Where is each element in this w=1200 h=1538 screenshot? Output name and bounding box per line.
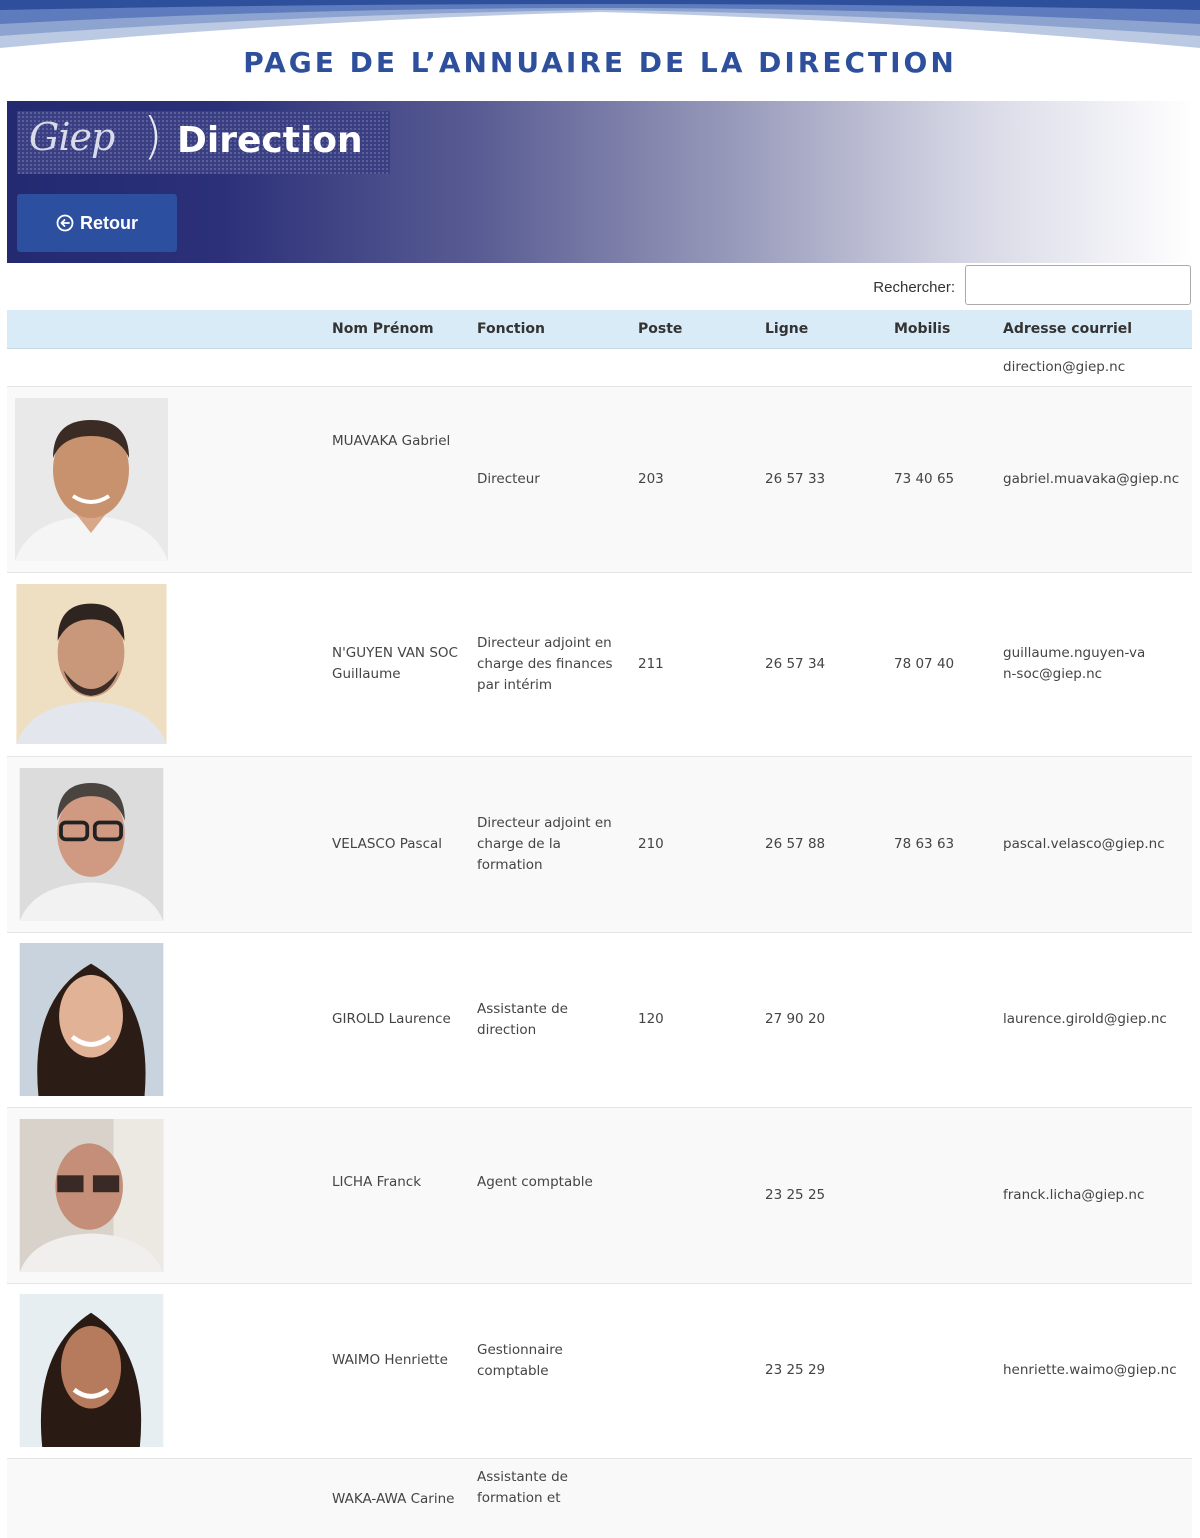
cell-fonction: Directeur adjoint en charge des finances… (477, 571, 638, 756)
cell-mobilis (894, 1282, 1003, 1458)
table-row: LICHA Franck Agent comptable 23 25 25 fr… (7, 1106, 1192, 1283)
cell-email[interactable] (1003, 1457, 1192, 1538)
cell-ligne: 26 57 34 (765, 571, 894, 756)
person-photo-licha (19, 1118, 164, 1272)
cell-nom: LICHA Franck (332, 1106, 477, 1283)
cell-email[interactable]: guillaume.nguyen-van-soc@giep.nc (1003, 571, 1192, 756)
logo-separator: ) (143, 107, 163, 165)
search-bar: Rechercher: (0, 265, 1193, 307)
table-row: WAKA-AWA Carine Assistante de formation … (7, 1457, 1192, 1538)
column-header-nom[interactable]: Nom Prénom (332, 310, 477, 349)
cell-fonction: Agent comptable (477, 1106, 638, 1283)
page-title: PAGE DE L’ANNUAIRE DE LA DIRECTION (243, 46, 957, 79)
cell-nom: N'GUYEN VAN SOC Guillaume (332, 571, 477, 756)
cell-poste (638, 1106, 765, 1283)
search-label: Rechercher: (873, 279, 955, 296)
cell-ligne (765, 1457, 894, 1538)
cell-email[interactable]: henriette.waimo@giep.nc (1003, 1282, 1192, 1458)
cell-mobilis (894, 1106, 1003, 1283)
table-row: GIROLD Laurence Assistante de direction … (7, 931, 1192, 1107)
cell-nom: WAIMO Henriette (332, 1282, 477, 1458)
table-row: MUAVAKA Gabriel Directeur 203 26 57 33 7… (7, 385, 1192, 572)
table-row: WAIMO Henriette Gestionnaire comptable 2… (7, 1282, 1192, 1458)
cell-email[interactable]: pascal.velasco@giep.nc (1003, 755, 1192, 932)
cell-mobilis (894, 1457, 1003, 1538)
cell-poste: 211 (638, 571, 765, 756)
cell-mobilis: 73 40 65 (894, 385, 1003, 572)
column-header-mobilis[interactable]: Mobilis (894, 310, 1003, 349)
person-photo-waimo (19, 1294, 164, 1447)
cell-email[interactable]: gabriel.muavaka@giep.nc (1003, 385, 1192, 572)
cell-ligne: 26 57 88 (765, 755, 894, 932)
search-input[interactable] (965, 265, 1191, 305)
general-email-link[interactable]: direction@giep.nc (1003, 347, 1192, 386)
cell-poste: 203 (638, 385, 765, 572)
cell-fonction: Assistante de direction (477, 931, 638, 1107)
directory-table: Nom Prénom Fonction Poste Ligne Mobilis … (7, 310, 1192, 1538)
cell-email[interactable]: laurence.girold@giep.nc (1003, 931, 1192, 1107)
back-button-label: Retour (80, 212, 138, 233)
table-header-row: Nom Prénom Fonction Poste Ligne Mobilis … (7, 310, 1192, 349)
top-wave-decoration (0, 0, 1200, 48)
table-row: VELASCO Pascal Directeur adjoint en char… (7, 755, 1192, 932)
person-photo-nguyen (16, 584, 167, 744)
circle-arrow-left-icon (56, 214, 74, 232)
cell-ligne: 26 57 33 (765, 385, 894, 572)
cell-fonction: Directeur adjoint en charge de la format… (477, 755, 638, 932)
column-header-ligne[interactable]: Ligne (765, 310, 894, 349)
cell-fonction: Assistante de formation et (477, 1457, 638, 1538)
table-row: N'GUYEN VAN SOC Guillaume Directeur adjo… (7, 571, 1192, 756)
cell-ligne: 23 25 29 (765, 1282, 894, 1458)
cell-poste (638, 1457, 765, 1538)
cell-mobilis: 78 63 63 (894, 755, 1003, 932)
column-header-poste[interactable]: Poste (638, 310, 765, 349)
direction-banner: Giep ) Direction Retour (7, 101, 1193, 263)
cell-nom: VELASCO Pascal (332, 755, 477, 932)
table-row-general-email: direction@giep.nc (7, 347, 1192, 386)
column-header-fonction[interactable]: Fonction (477, 310, 638, 349)
cell-ligne: 23 25 25 (765, 1106, 894, 1283)
cell-ligne: 27 90 20 (765, 931, 894, 1107)
cell-nom: WAKA-AWA Carine (332, 1457, 477, 1538)
column-header-photo[interactable] (7, 310, 332, 349)
logo-mark: Giep (29, 115, 115, 159)
cell-mobilis: 78 07 40 (894, 571, 1003, 756)
cell-poste: 120 (638, 931, 765, 1107)
logo-direction-text: Direction (177, 120, 363, 161)
back-button[interactable]: Retour (17, 194, 177, 252)
cell-poste: 210 (638, 755, 765, 932)
cell-nom: MUAVAKA Gabriel (332, 385, 477, 572)
giep-logo: Giep ) Direction (17, 107, 390, 174)
person-photo-girold (19, 943, 164, 1096)
cell-mobilis (894, 931, 1003, 1107)
cell-email[interactable]: franck.licha@giep.nc (1003, 1106, 1192, 1283)
cell-fonction: Directeur (477, 385, 638, 572)
person-photo-velasco (19, 767, 164, 921)
person-photo-muavaka (15, 397, 168, 561)
column-header-email[interactable]: Adresse courriel (1003, 310, 1192, 349)
cell-fonction: Gestionnaire comptable (477, 1282, 638, 1458)
cell-nom: GIROLD Laurence (332, 931, 477, 1107)
cell-poste (638, 1282, 765, 1458)
